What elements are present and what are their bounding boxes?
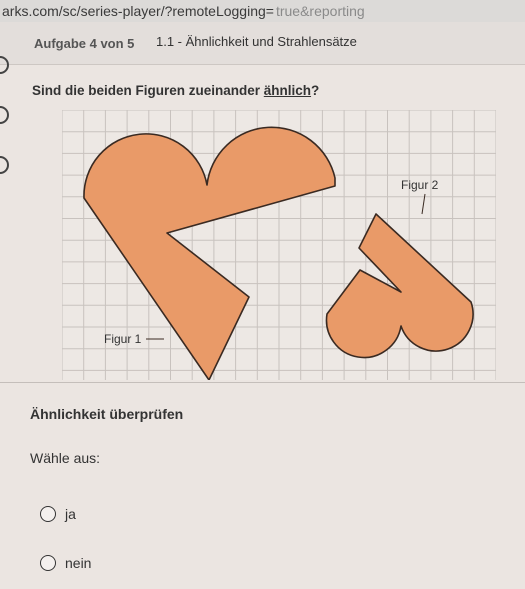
option-ja[interactable]: ja [40,506,76,522]
side-nav-circle-icon[interactable] [0,106,9,124]
address-bar[interactable]: arks.com/sc/series-player/?remoteLogging… [0,0,525,23]
section-title: Ähnlichkeit überprüfen [30,406,184,422]
question-text: Sind die beiden Figuren zueinander ähnli… [32,83,319,98]
similarity-figure: Figur 1 Figur 2 [62,110,496,380]
question-keyword-link[interactable]: ähnlich [264,83,311,98]
figure-2-label: Figur 2 [401,178,439,192]
option-label: nein [65,555,92,571]
url-text: arks.com/sc/series-player/?remoteLogging… [2,3,274,19]
question-text-part: ? [311,83,320,98]
task-counter: Aufgabe 4 von 5 [34,36,135,51]
section-divider [0,382,525,383]
question-text-part: Sind die beiden Figuren zueinander [32,83,264,98]
radio-button-icon[interactable] [40,506,56,522]
option-nein[interactable]: nein [40,555,91,571]
figure-1-label: Figur 1 [104,332,142,346]
task-title: 1.1 - Ähnlichkeit und Strahlensätze [156,34,357,49]
radio-button-icon[interactable] [40,555,56,571]
choose-label: Wähle aus: [30,450,101,466]
side-nav-circle-icon[interactable] [0,156,9,174]
url-text-faded: true&reporting [275,3,365,19]
option-label: ja [65,506,76,522]
